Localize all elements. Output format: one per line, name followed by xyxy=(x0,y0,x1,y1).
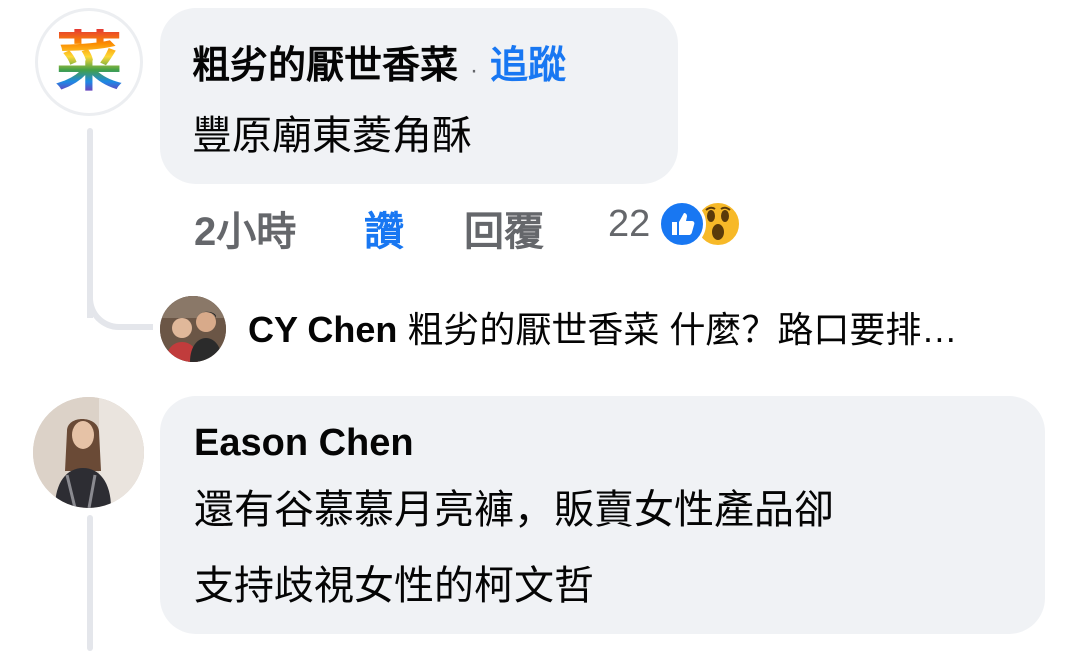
reactions-summary[interactable]: 22 xyxy=(608,200,743,248)
like-icon xyxy=(658,200,707,248)
reply-text: 粗劣的厭世香菜 什麼？路口要排… xyxy=(407,309,958,350)
separator-dot: · xyxy=(470,57,479,84)
comment-bubble: 粗劣的厭世香菜 · 追蹤 豐原廟東菱角酥 xyxy=(160,8,678,184)
reply-preview[interactable]: CY Chen 粗劣的厭世香菜 什麼？路口要排… xyxy=(248,308,957,352)
reaction-count: 22 xyxy=(608,202,651,245)
comment-text: 豐原廟東菱角酥 xyxy=(192,114,472,158)
avatar[interactable] xyxy=(33,397,144,508)
like-button[interactable]: 讚 xyxy=(364,208,404,256)
comment-text-line: 支持歧視女性的柯文哲 xyxy=(194,564,594,608)
reply-button[interactable]: 回覆 xyxy=(464,208,544,256)
thread-line-2 xyxy=(87,515,93,651)
comment-time[interactable]: 2小時 xyxy=(194,208,296,256)
comment-author[interactable]: Eason Chen xyxy=(194,420,414,466)
reply-avatar[interactable] xyxy=(160,296,226,362)
thread-branch-line xyxy=(87,270,153,330)
comment-text-line: 還有谷慕慕月亮褲，販賣女性產品卻 xyxy=(194,488,834,532)
comment-bubble: Eason Chen 還有谷慕慕月亮褲，販賣女性產品卻 支持歧視女性的柯文哲 xyxy=(160,396,1045,634)
comment-author[interactable]: 粗劣的厭世香菜 xyxy=(192,43,458,89)
avatar[interactable]: 菜 xyxy=(35,8,143,116)
avatar-glyph: 菜 xyxy=(56,23,122,100)
reply-author[interactable]: CY Chen xyxy=(248,309,397,350)
follow-button[interactable]: 追蹤 xyxy=(490,34,566,89)
